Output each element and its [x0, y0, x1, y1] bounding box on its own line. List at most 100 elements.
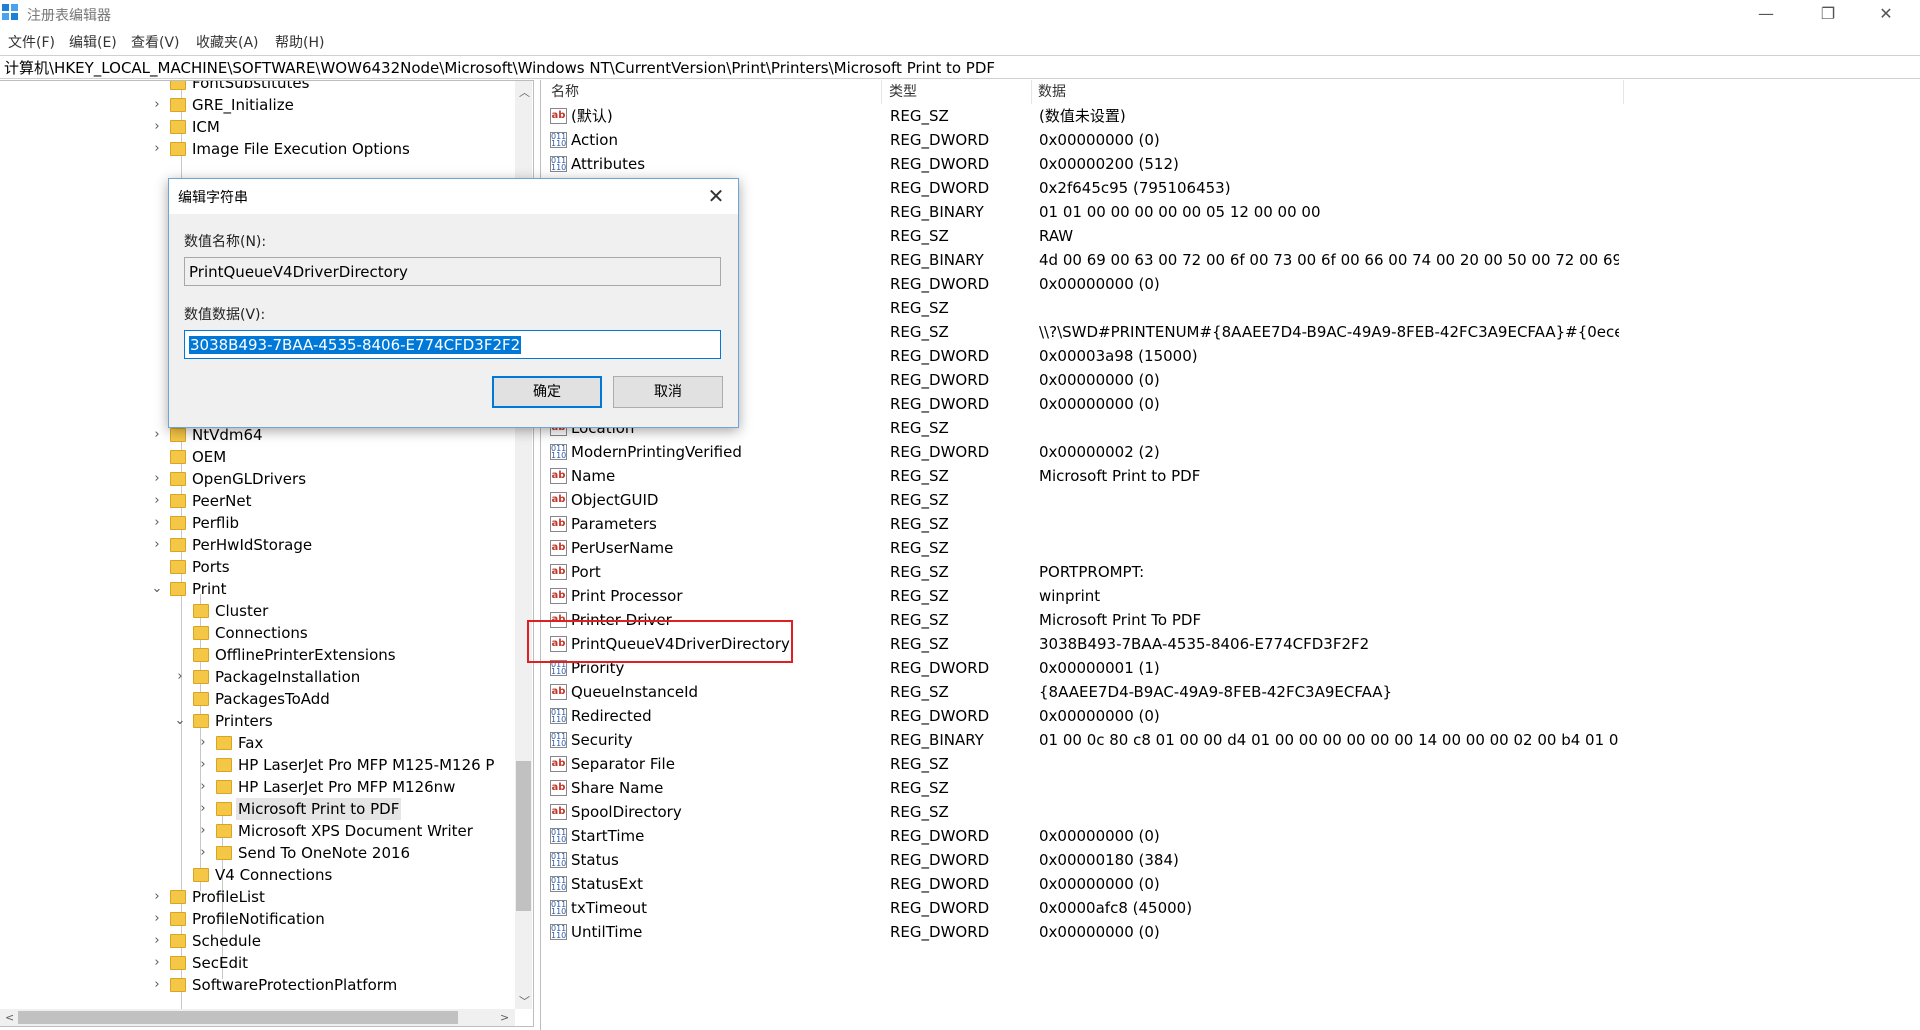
value-row[interactable]: 011110REG_DWORD0x00000000 (0)	[541, 368, 1920, 392]
value-row[interactable]: abREG_SZ\\?\SWD#PRINTENUM#{8AAEE7D4-B9AC…	[541, 320, 1920, 344]
value-data-field[interactable]: 3038B493-7BAA-4535-8406-E774CFD3F2F2	[184, 330, 721, 359]
tree-node-label[interactable]: HP LaserJet Pro MFP M125-M126 P	[236, 754, 496, 776]
expand-chevron-icon[interactable]: ›	[150, 490, 164, 512]
expand-chevron-icon[interactable]: ›	[150, 468, 164, 490]
value-row[interactable]: ab SpoolDirectory REG_SZ	[541, 800, 1920, 824]
value-row[interactable]: ab QueueInstanceId REG_SZ {8AAEE7D4-B9AC-49…	[541, 680, 1920, 704]
column-header-name[interactable]: 名称	[551, 80, 579, 104]
collapse-chevron-icon[interactable]: ⌄	[173, 710, 187, 732]
expand-chevron-icon[interactable]: ›	[196, 754, 210, 776]
expand-chevron-icon[interactable]: ›	[150, 952, 164, 974]
tree-node-label[interactable]: FontSubstitutes	[190, 81, 311, 94]
tree-node-label[interactable]: GRE_Initialize	[190, 94, 296, 116]
expand-chevron-icon[interactable]: ›	[150, 138, 164, 160]
value-row[interactable]: 011 110 Security REG_BINARY 01 00 0c 80 c8 0…	[541, 728, 1920, 752]
tree-node-label[interactable]: PackagesToAdd	[213, 688, 332, 710]
menu-file[interactable]: 文件(F)	[8, 32, 55, 52]
scroll-up-icon[interactable]: ︿	[519, 84, 530, 100]
expand-chevron-icon[interactable]: ›	[173, 666, 187, 688]
menu-view[interactable]: 查看(V)	[131, 32, 180, 52]
value-row[interactable]: 011 110 Action REG_DWORD 0x00000000 (0)	[541, 128, 1920, 152]
scroll-right-icon[interactable]: >	[500, 1011, 509, 1024]
value-row[interactable]: abREG_SZ	[541, 296, 1920, 320]
tree-node-label[interactable]: V4 Connections	[213, 864, 334, 886]
tree-node-label[interactable]: Microsoft XPS Document Writer	[236, 820, 475, 842]
expand-chevron-icon[interactable]: ›	[196, 776, 210, 798]
tree-node-label[interactable]: Connections	[213, 622, 310, 644]
tree-vertical-scroll-thumb[interactable]	[516, 761, 531, 911]
tree-node-label[interactable]: SoftwareProtectionPlatform	[190, 974, 399, 996]
close-button[interactable]: ✕	[1863, 0, 1909, 28]
expand-chevron-icon[interactable]: ›	[196, 798, 210, 820]
value-row[interactable]: 011110REG_BINARY4d 00 69 00 63 00 72 00 …	[541, 248, 1920, 272]
tree-node-label[interactable]: Cluster	[213, 600, 270, 622]
value-row[interactable]: 011 110 UntilTime REG_DWORD 0x00000000 (0)	[541, 920, 1920, 944]
collapse-chevron-icon[interactable]: ⌄	[150, 578, 164, 600]
minimize-button[interactable]: —	[1743, 0, 1789, 28]
scroll-down-icon[interactable]: ﹀	[519, 993, 530, 1009]
tree-node-label[interactable]: Send To OneNote 2016	[236, 842, 412, 864]
tree-node-label[interactable]: Perflib	[190, 512, 241, 534]
expand-chevron-icon[interactable]: ›	[150, 424, 164, 446]
expand-chevron-icon[interactable]: ›	[150, 512, 164, 534]
value-data-text[interactable]: 3038B493-7BAA-4535-8406-E774CFD3F2F2	[189, 336, 522, 354]
expand-chevron-icon[interactable]: ›	[150, 116, 164, 138]
value-row[interactable]: abLocationREG_SZ	[541, 416, 1920, 440]
tree-node-label[interactable]: Ports	[190, 556, 232, 578]
restore-button[interactable]: ❐	[1805, 0, 1851, 28]
value-row[interactable]: 011 110 StartTime REG_DWORD 0x00000000 (0)	[541, 824, 1920, 848]
value-row[interactable]: 011110REG_DWORD0x00003a98 (15000)	[541, 344, 1920, 368]
tree-node-label[interactable]: Printers	[213, 710, 275, 732]
value-row[interactable]: ab Share Name REG_SZ	[541, 776, 1920, 800]
menu-edit[interactable]: 编辑(E)	[69, 32, 117, 52]
value-row[interactable]: ab Name REG_SZ Microsoft Print to PDF	[541, 464, 1920, 488]
value-row[interactable]: 011 110 Redirected REG_DWORD 0x00000000 (0)	[541, 704, 1920, 728]
value-row[interactable]: ab (默认) REG_SZ (数值未设置)	[541, 104, 1920, 128]
value-row[interactable]: 011 110 StatusExt REG_DWORD 0x00000000 (0)	[541, 872, 1920, 896]
tree-node-label[interactable]: Schedule	[190, 930, 263, 952]
menu-help[interactable]: 帮助(H)	[275, 32, 324, 52]
tree-horizontal-scroll-thumb[interactable]	[18, 1011, 458, 1024]
expand-chevron-icon[interactable]: ›	[150, 974, 164, 996]
tree-node-label[interactable]: Print	[190, 578, 229, 600]
menu-favorites[interactable]: 收藏夹(A)	[196, 32, 259, 52]
value-row[interactable]: 011110REG_BINARY01 01 00 00 00 00 00 05 …	[541, 200, 1920, 224]
tree-node-label[interactable]: HP LaserJet Pro MFP M126nw	[236, 776, 457, 798]
address-path[interactable]: 计算机\HKEY_LOCAL_MACHINE\SOFTWARE\WOW6432N…	[4, 57, 995, 78]
value-row[interactable]: 011110REG_DWORD0x00000000 (0)	[541, 272, 1920, 296]
tree-node-label[interactable]: OEM	[190, 446, 228, 468]
dialog-close-button[interactable]: ✕	[702, 183, 730, 209]
values-list[interactable]: 名称 类型 数据 ab (默认) REG_SZ (数值未设置) 011 110 Action…	[540, 80, 1920, 1030]
value-row[interactable]: 011 110 ModernPrintingVerified REG_DWORD 0x0…	[541, 440, 1920, 464]
value-row[interactable]: 011 110 Status REG_DWORD 0x00000180 (384)	[541, 848, 1920, 872]
column-header-type[interactable]: 类型	[889, 80, 917, 104]
value-row[interactable]: ab Separator File REG_SZ	[541, 752, 1920, 776]
tree-node-label[interactable]: ProfileNotification	[190, 908, 327, 930]
tree-node-label[interactable]: PeerNet	[190, 490, 253, 512]
expand-chevron-icon[interactable]: ›	[196, 842, 210, 864]
value-row[interactable]: ab Parameters REG_SZ	[541, 512, 1920, 536]
tree-node-label[interactable]: Fax	[236, 732, 265, 754]
value-row[interactable]: ab PerUserName REG_SZ	[541, 536, 1920, 560]
value-row[interactable]: abREG_SZRAW	[541, 224, 1920, 248]
expand-chevron-icon[interactable]: ›	[150, 94, 164, 116]
tree-node-label[interactable]: SecEdit	[190, 952, 250, 974]
cancel-button[interactable]: 取消	[613, 376, 723, 408]
value-row[interactable]: 011110REG_DWORD0x2f645c95 (795106453)	[541, 176, 1920, 200]
scroll-left-icon[interactable]: <	[5, 1011, 14, 1024]
expand-chevron-icon[interactable]: ›	[196, 732, 210, 754]
tree-node-label[interactable]: Microsoft Print to PDF	[236, 798, 402, 820]
tree-node-label[interactable]: ICM	[190, 116, 222, 138]
expand-chevron-icon[interactable]: ›	[150, 534, 164, 556]
expand-chevron-icon[interactable]: ›	[150, 930, 164, 952]
expand-chevron-icon[interactable]: ›	[196, 820, 210, 842]
value-row[interactable]: ab ObjectGUID REG_SZ	[541, 488, 1920, 512]
ok-button[interactable]: 确定	[492, 376, 602, 408]
value-row[interactable]: 011110ndREG_DWORD0x00000000 (0)	[541, 392, 1920, 416]
expand-chevron-icon[interactable]: ›	[150, 886, 164, 908]
value-row[interactable]: ab Port REG_SZ PORTPROMPT:	[541, 560, 1920, 584]
tree-node-label[interactable]: OfflinePrinterExtensions	[213, 644, 398, 666]
value-row[interactable]: ab Print Processor REG_SZ winprint	[541, 584, 1920, 608]
tree-node-label[interactable]: ProfileList	[190, 886, 267, 908]
address-bar[interactable]: 计算机\HKEY_LOCAL_MACHINE\SOFTWARE\WOW6432N…	[0, 55, 1920, 79]
